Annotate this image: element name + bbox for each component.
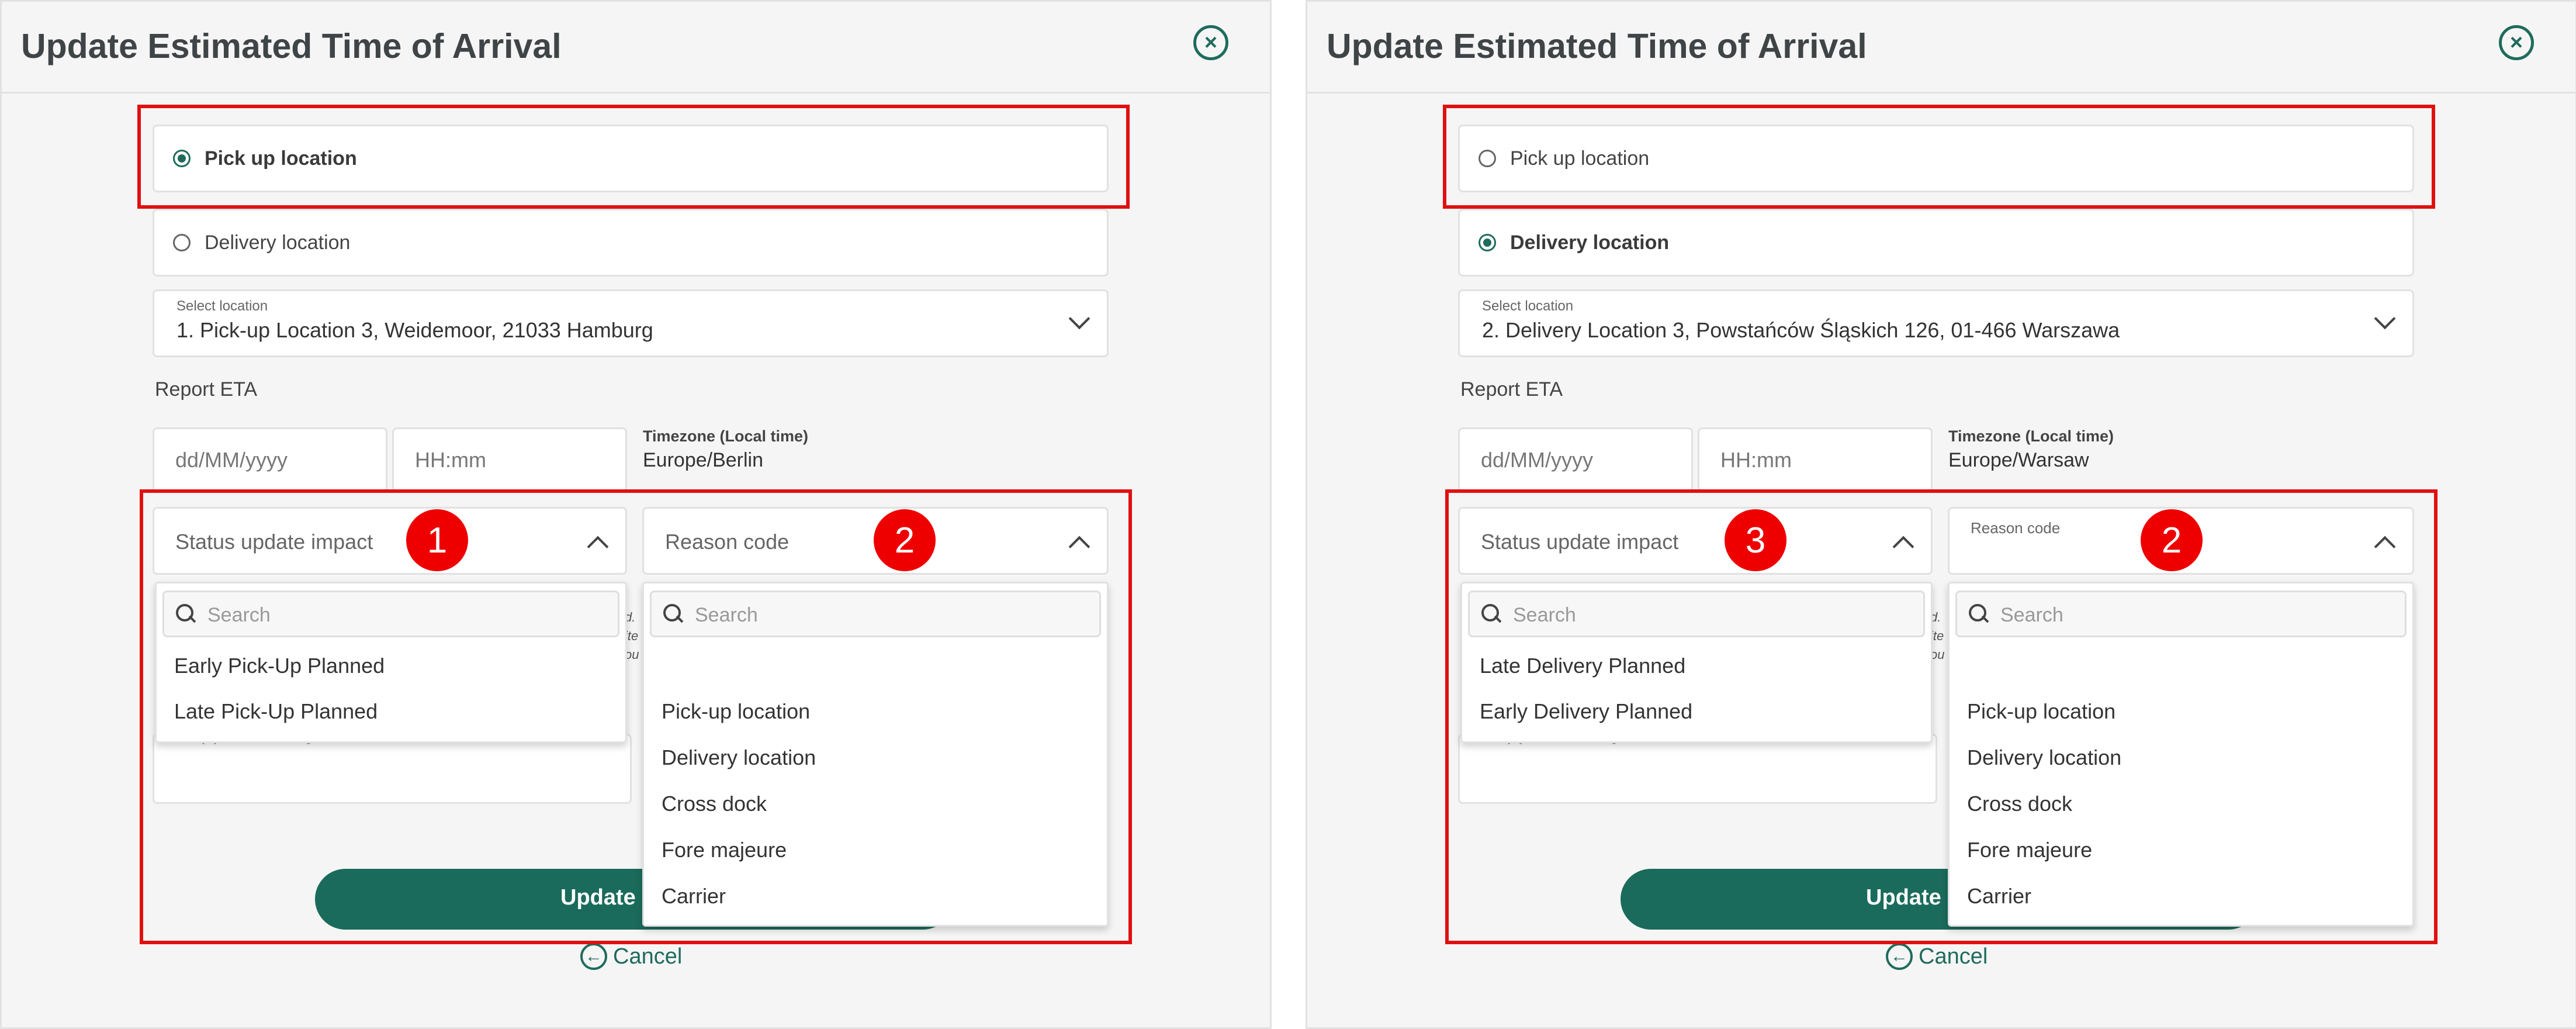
radio-unchecked-icon — [173, 234, 191, 251]
timezone-label: Timezone (Local time) — [1948, 427, 2114, 445]
select-location[interactable]: Select location 1. Pick-up Location 3, W… — [153, 289, 1109, 357]
highlight-box — [140, 489, 1132, 944]
date-input[interactable]: dd/MM/yyyy — [153, 427, 387, 493]
arrow-left-circle-icon: ← — [1886, 943, 1913, 970]
close-icon[interactable]: × — [2499, 25, 2534, 60]
date-input[interactable]: dd/MM/yyyy — [1458, 427, 1693, 493]
radio-delivery-location[interactable]: Delivery location — [153, 209, 1109, 277]
highlight-box — [137, 105, 1130, 209]
cancel-link[interactable]: ← Cancel — [1886, 943, 1988, 970]
cancel-label: Cancel — [1919, 944, 1988, 969]
time-input[interactable]: HH:mm — [392, 427, 627, 493]
chevron-down-icon — [1068, 308, 1090, 330]
cancel-label: Cancel — [613, 944, 683, 969]
dialog-title: Update Estimated Time of Arrival — [1327, 27, 1867, 65]
dialog-title: Update Estimated Time of Arrival — [21, 27, 562, 65]
select-location-label: Select location — [1482, 298, 1574, 314]
select-location-value: 1. Pick-up Location 3, Weidemoor, 21033 … — [176, 318, 653, 342]
highlight-box — [1445, 489, 2437, 944]
timezone-label: Timezone (Local time) — [643, 427, 809, 445]
highlight-box — [1443, 105, 2435, 209]
timezone-value: Europe/Berlin — [643, 449, 764, 471]
cancel-link[interactable]: ← Cancel — [580, 943, 682, 970]
radio-label: Delivery location — [1510, 231, 1670, 254]
close-icon[interactable]: × — [1193, 25, 1228, 60]
eta-dialog-pickup: Update Estimated Time of Arrival × Pick … — [0, 0, 1272, 1029]
arrow-left-circle-icon: ← — [580, 943, 607, 970]
header-divider — [1307, 92, 2575, 94]
report-eta-label: Report ETA — [155, 378, 258, 400]
select-location-label: Select location — [176, 298, 268, 314]
radio-label: Delivery location — [205, 231, 351, 254]
select-location[interactable]: Select location 2. Delivery Location 3, … — [1458, 289, 2414, 357]
report-eta-label: Report ETA — [1460, 378, 1563, 400]
timezone-value: Europe/Warsaw — [1948, 449, 2089, 471]
header-divider — [2, 92, 1270, 94]
radio-checked-icon — [1479, 234, 1496, 251]
time-input[interactable]: HH:mm — [1698, 427, 1933, 493]
chevron-down-icon — [2374, 308, 2396, 330]
eta-dialog-delivery: Update Estimated Time of Arrival × Pick … — [1306, 0, 2576, 1029]
select-location-value: 2. Delivery Location 3, Powstańców Śląsk… — [1482, 318, 2120, 342]
radio-delivery-location[interactable]: Delivery location — [1458, 209, 2414, 277]
